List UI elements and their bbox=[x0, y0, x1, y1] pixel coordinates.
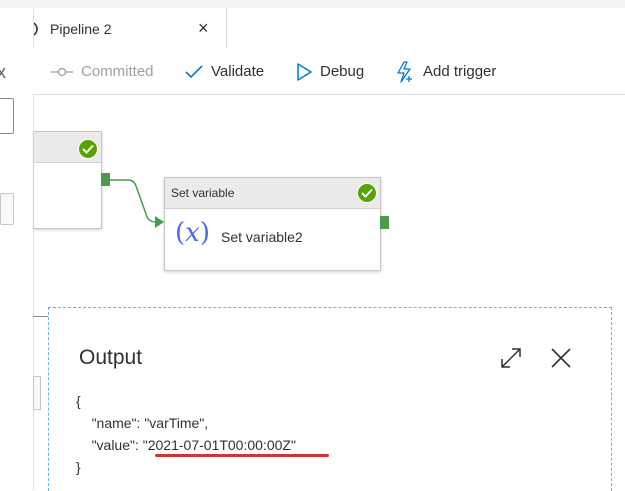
panel-divider bbox=[33, 316, 49, 317]
output-resize-handle[interactable] bbox=[33, 376, 41, 410]
success-check-icon bbox=[78, 139, 98, 159]
activity-name: Set variable2 bbox=[221, 229, 303, 245]
json-value-value: "2021-07-01T00:00:00Z" bbox=[142, 437, 296, 453]
json-name-line: "name": "varTime", bbox=[76, 412, 296, 434]
close-icon[interactable] bbox=[549, 346, 573, 370]
json-value-line: "value": "2021-07-01T00:00:00Z" bbox=[76, 434, 296, 456]
json-name-value: "varTime", bbox=[144, 415, 209, 431]
activity-node-set-variable[interactable]: Set variable (x) Set variable2 bbox=[164, 177, 381, 271]
variable-icon: (x) bbox=[175, 218, 210, 248]
output-port[interactable] bbox=[101, 173, 110, 186]
output-json: { "name": "varTime", "value": "2021-07-0… bbox=[76, 390, 296, 478]
json-close-brace: } bbox=[76, 459, 81, 475]
output-panel: Output { "name": "varTime", "value": "20… bbox=[48, 307, 612, 491]
activity-type-label: Set variable bbox=[171, 186, 235, 200]
output-port[interactable] bbox=[380, 216, 389, 229]
output-title: Output bbox=[79, 346, 143, 369]
json-separator: : bbox=[134, 437, 143, 453]
activity-node-header: Set variable bbox=[165, 178, 380, 209]
json-name-key: "name" bbox=[91, 415, 137, 431]
json-value-key: "value" bbox=[91, 437, 135, 453]
highlight-underline bbox=[155, 454, 329, 457]
success-check-icon bbox=[357, 183, 377, 203]
json-open-brace: { bbox=[76, 393, 81, 409]
expand-icon[interactable] bbox=[499, 346, 523, 370]
